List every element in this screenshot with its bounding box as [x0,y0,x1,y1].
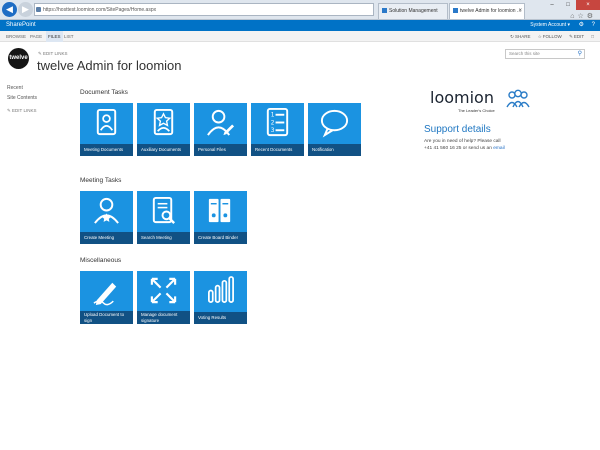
forward-button[interactable]: ▶ [18,2,33,17]
people-group-icon [506,89,530,108]
browser-toolbar: ◀ ▶ https://hosttest.loomion.com/SitePag… [0,0,600,20]
loomion-logo: loomion The Leader's Choice [430,88,540,116]
tile-label: Personal Files [194,144,247,156]
close-tab-icon[interactable]: × [518,4,522,18]
tab-twelve-admin[interactable]: twelve Admin for loomion ... × [449,3,525,19]
edit-links-top[interactable]: ✎ EDIT LINKS [38,51,67,57]
edit-button[interactable]: ✎EDIT [569,34,584,39]
svg-text:3: 3 [271,128,275,134]
tab-label: Solution Management [389,8,438,14]
sharepoint-brand[interactable]: SharePoint [6,20,36,31]
share-button[interactable]: ↻SHARE [510,34,530,39]
page-actions: ↻SHARE ☆FOLLOW ✎EDIT □ [504,31,594,42]
tile-upload-document-to-sign[interactable]: Upload Document to sign [80,271,133,324]
document-search-icon [152,196,176,224]
tab-solution-management[interactable]: Solution Management [378,3,448,19]
support-email-link[interactable]: email [493,146,504,151]
tile-label: Search Meeting [137,232,190,244]
page-icon [382,8,387,13]
tile-manage-document-signature[interactable]: Manage document signature [137,271,190,324]
tile-label: Create Meeting [80,232,133,244]
close-window-icon[interactable]: × [576,0,600,10]
ribbon-tab-list[interactable]: LIST [64,31,74,42]
search-input[interactable]: Search this site ⚲ [505,49,585,59]
quick-launch: Recent Site Contents ✎ EDIT LINKS [7,83,37,116]
document-person-icon [96,108,117,136]
edit-links-nav[interactable]: ✎ EDIT LINKS [7,106,37,116]
tile-label: Manage document signature [137,311,190,324]
browser-tools: ⌂☆⚙ [570,12,596,20]
tile-label: Upload Document to sign [80,311,133,324]
star-icon: ☆ [537,34,542,39]
lock-icon [36,7,41,12]
tile-recent-documents[interactable]: 1 2 3 Recent Documents [251,103,304,156]
account-menu[interactable]: System Account ▾ [530,20,570,31]
address-bar[interactable]: https://hosttest.loomion.com/SitePages/H… [34,3,399,16]
ribbon-tabs: BROWSE PAGE FILES LIST ↻SHARE ☆FOLLOW ✎E… [0,31,600,42]
person-star-icon [94,197,119,224]
numbered-list-icon: 1 2 3 [266,107,289,137]
svg-text:2: 2 [271,120,275,126]
search-placeholder: Search this site [509,51,540,56]
follow-button[interactable]: ☆FOLLOW [538,34,562,39]
page-icon [453,8,458,13]
ribbon-tab-page[interactable]: PAGE [30,31,42,42]
support-phone: +41 41 560 16 25 or send us an [424,146,492,151]
section-title-document-tasks: Document Tasks [80,89,128,96]
tile-label: Create Board Binder [194,232,247,244]
page-title[interactable]: twelve Admin for loomion [37,58,182,73]
ribbon-tab-files[interactable]: FILES [46,31,63,42]
tile-voting-results[interactable]: Voting Results [194,271,247,324]
document-star-icon [153,108,174,136]
tile-meeting-documents[interactable]: Meeting Documents [80,103,133,156]
maximize-icon[interactable]: □ [560,0,576,10]
share-icon: ↻ [510,34,514,39]
tab-label: twelve Admin for loomion ... [460,8,522,14]
tile-label: Auxiliary Documents [137,144,190,156]
section-title-meeting-tasks: Meeting Tasks [80,177,122,184]
pencil-icon: ✎ [569,34,573,39]
tile-label: Voting Results [194,312,247,324]
svg-text:1: 1 [271,113,275,119]
tile-create-meeting[interactable]: Create Meeting [80,191,133,244]
gear-icon[interactable]: ⚙ [587,13,596,20]
nav-item-site-contents[interactable]: Site Contents [7,93,37,103]
loomion-tagline: The Leader's Choice [458,108,495,113]
star-icon[interactable]: ☆ [577,13,586,20]
section-title-miscellaneous: Miscellaneous [80,257,122,264]
address-url: https://hosttest.loomion.com/SitePages/H… [43,7,157,13]
focus-icon[interactable]: □ [591,34,594,39]
site-logo[interactable]: twelve [8,48,29,69]
support-help-text: Are you in need of help? Please call [424,139,501,144]
suite-bar: SharePoint System Account ▾ ⚙ ? [0,20,600,31]
help-icon[interactable]: ? [592,20,595,31]
tile-search-meeting[interactable]: Search Meeting [137,191,190,244]
bar-chart-icon [208,276,234,303]
search-icon[interactable]: ⚲ [578,50,582,58]
person-pen-icon [207,109,235,136]
tile-label: Notification [308,144,361,156]
minimize-icon[interactable]: – [544,0,560,10]
back-button[interactable]: ◀ [2,2,17,17]
binders-icon [208,198,231,223]
window-controls: – □ × [544,0,600,12]
tile-label: Recent Documents [251,144,304,156]
support-contact-line: +41 41 560 16 25 or send us an email [424,146,505,151]
support-title: Support details [424,124,491,135]
signature-pen-icon [93,282,117,306]
speech-bubble-icon [320,109,349,138]
tile-create-board-binder[interactable]: Create Board Binder [194,191,247,244]
loomion-wordmark: loomion [430,88,494,107]
ribbon-tab-browse[interactable]: BROWSE [6,31,26,42]
settings-gear-icon[interactable]: ⚙ [579,20,584,31]
tile-label: Meeting Documents [80,144,133,156]
expand-arrows-icon [150,277,177,304]
tile-notification[interactable]: Notification [308,103,361,156]
tile-auxiliary-documents[interactable]: Auxiliary Documents [137,103,190,156]
nav-item-recent[interactable]: Recent [7,83,37,93]
tile-personal-files[interactable]: Personal Files [194,103,247,156]
